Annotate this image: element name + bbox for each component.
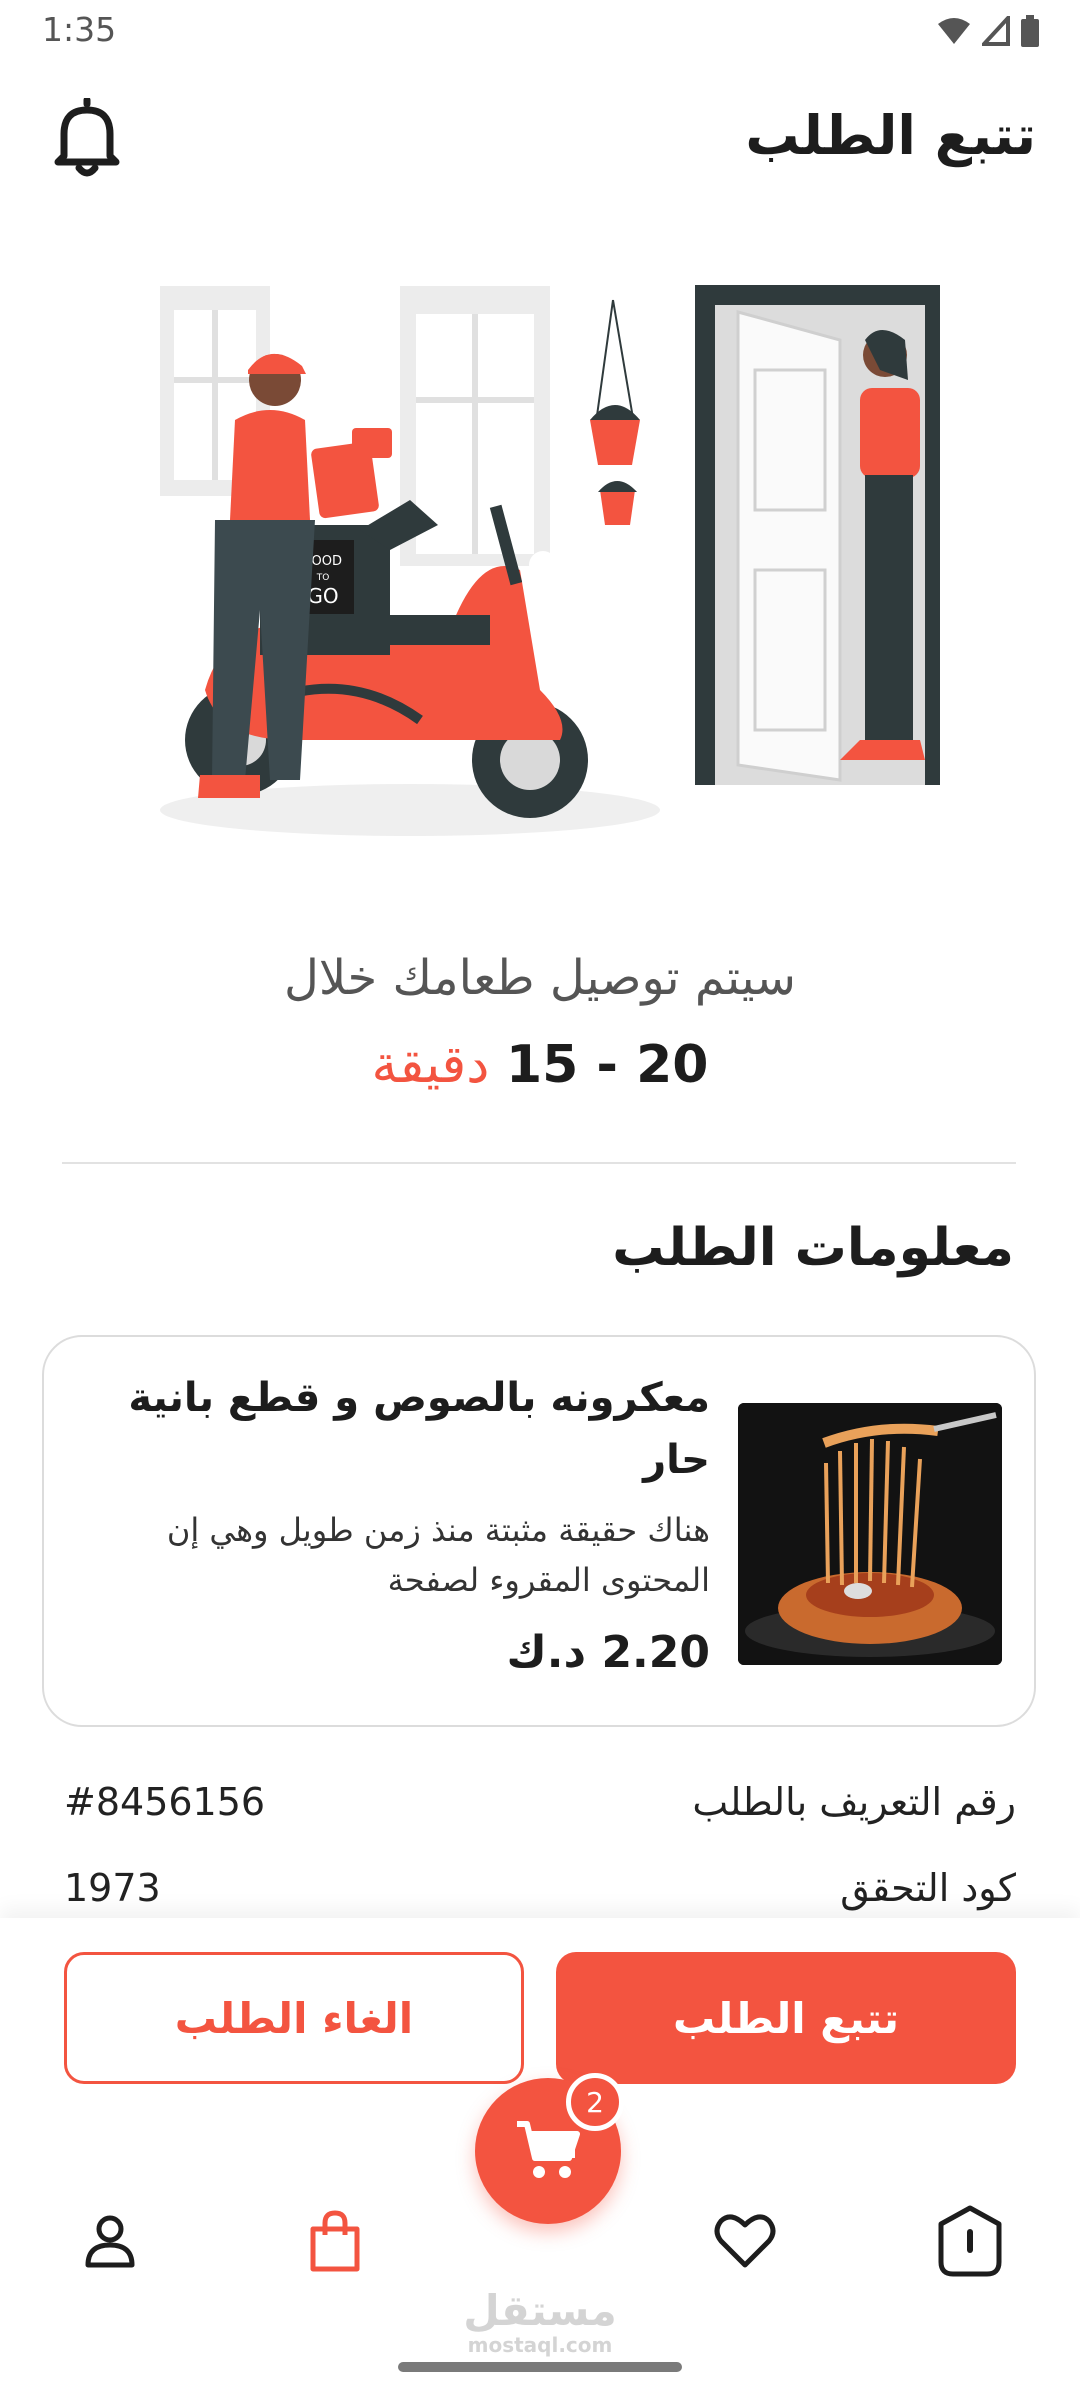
eta-unit: دقيقة bbox=[371, 1035, 490, 1095]
cancel-order-button[interactable]: الغاء الطلب bbox=[64, 1952, 524, 2084]
verification-code-label: كود التحقق bbox=[840, 1866, 1016, 1910]
profile-icon bbox=[85, 2215, 135, 2268]
app-header: تتبع الطلب bbox=[0, 90, 1080, 190]
item-description: هناك حقيقة مثبتة منذ زمن طويل وهي إن الم… bbox=[166, 1511, 710, 1599]
track-order-button[interactable]: تتبع الطلب bbox=[556, 1952, 1016, 2084]
page-title: تتبع الطلب bbox=[745, 104, 1036, 167]
order-item-card[interactable]: معكرونه بالصوص و قطع بانية حار هناك حقيق… bbox=[42, 1335, 1036, 1727]
verification-code-value: 1973 bbox=[64, 1866, 161, 1910]
status-icons bbox=[936, 14, 1040, 48]
watermark-arabic: مستقل bbox=[463, 2286, 617, 2335]
battery-icon bbox=[1021, 15, 1039, 47]
verification-code-row: كود التحقق 1973 bbox=[64, 1866, 1016, 1926]
watermark: مستقل mostaql.com bbox=[0, 2286, 1080, 2357]
divider bbox=[62, 1162, 1016, 1164]
svg-text:GO: GO bbox=[307, 584, 338, 608]
bag-icon bbox=[310, 2210, 360, 2272]
cart-icon bbox=[517, 2121, 580, 2178]
order-id-value: #8456156 bbox=[64, 1780, 266, 1824]
order-id-row: رقم التعريف بالطلب #8456156 bbox=[64, 1780, 1016, 1840]
order-info-title: معلومات الطلب bbox=[612, 1218, 1014, 1278]
order-id-label: رقم التعريف بالطلب bbox=[692, 1780, 1016, 1824]
status-time: 1:35 bbox=[42, 10, 117, 49]
watermark-latin: mostaql.com bbox=[467, 2333, 613, 2357]
item-name: معكرونه بالصوص و قطع بانية حار bbox=[128, 1375, 710, 1483]
wifi-icon bbox=[938, 18, 970, 44]
nav-home[interactable] bbox=[925, 2196, 1015, 2286]
nav-profile[interactable] bbox=[65, 2196, 155, 2286]
home-indicator[interactable] bbox=[398, 2362, 682, 2372]
notifications-button[interactable] bbox=[52, 96, 122, 178]
eta-range: 20 - 15 bbox=[505, 1035, 709, 1095]
delivery-message: سيتم توصيل طعامك خلال bbox=[284, 950, 796, 1006]
nav-favorites[interactable] bbox=[700, 2196, 790, 2286]
pasta-image bbox=[738, 1403, 1002, 1665]
delivery-illustration: FOOD TO GO bbox=[160, 285, 940, 836]
item-price: 2.20 د.ك bbox=[506, 1627, 710, 1678]
bell-icon bbox=[54, 96, 120, 177]
cart-badge: 2 bbox=[566, 2073, 624, 2131]
svg-text:TO: TO bbox=[316, 573, 330, 583]
delivery-eta: 20 - 15 دقيقة bbox=[0, 1035, 1080, 1095]
signal-icon bbox=[982, 16, 1010, 46]
heart-icon bbox=[714, 2214, 776, 2268]
status-bar: 1:35 bbox=[0, 0, 1080, 62]
home-icon bbox=[938, 2205, 1002, 2277]
nav-orders[interactable] bbox=[290, 2196, 380, 2286]
